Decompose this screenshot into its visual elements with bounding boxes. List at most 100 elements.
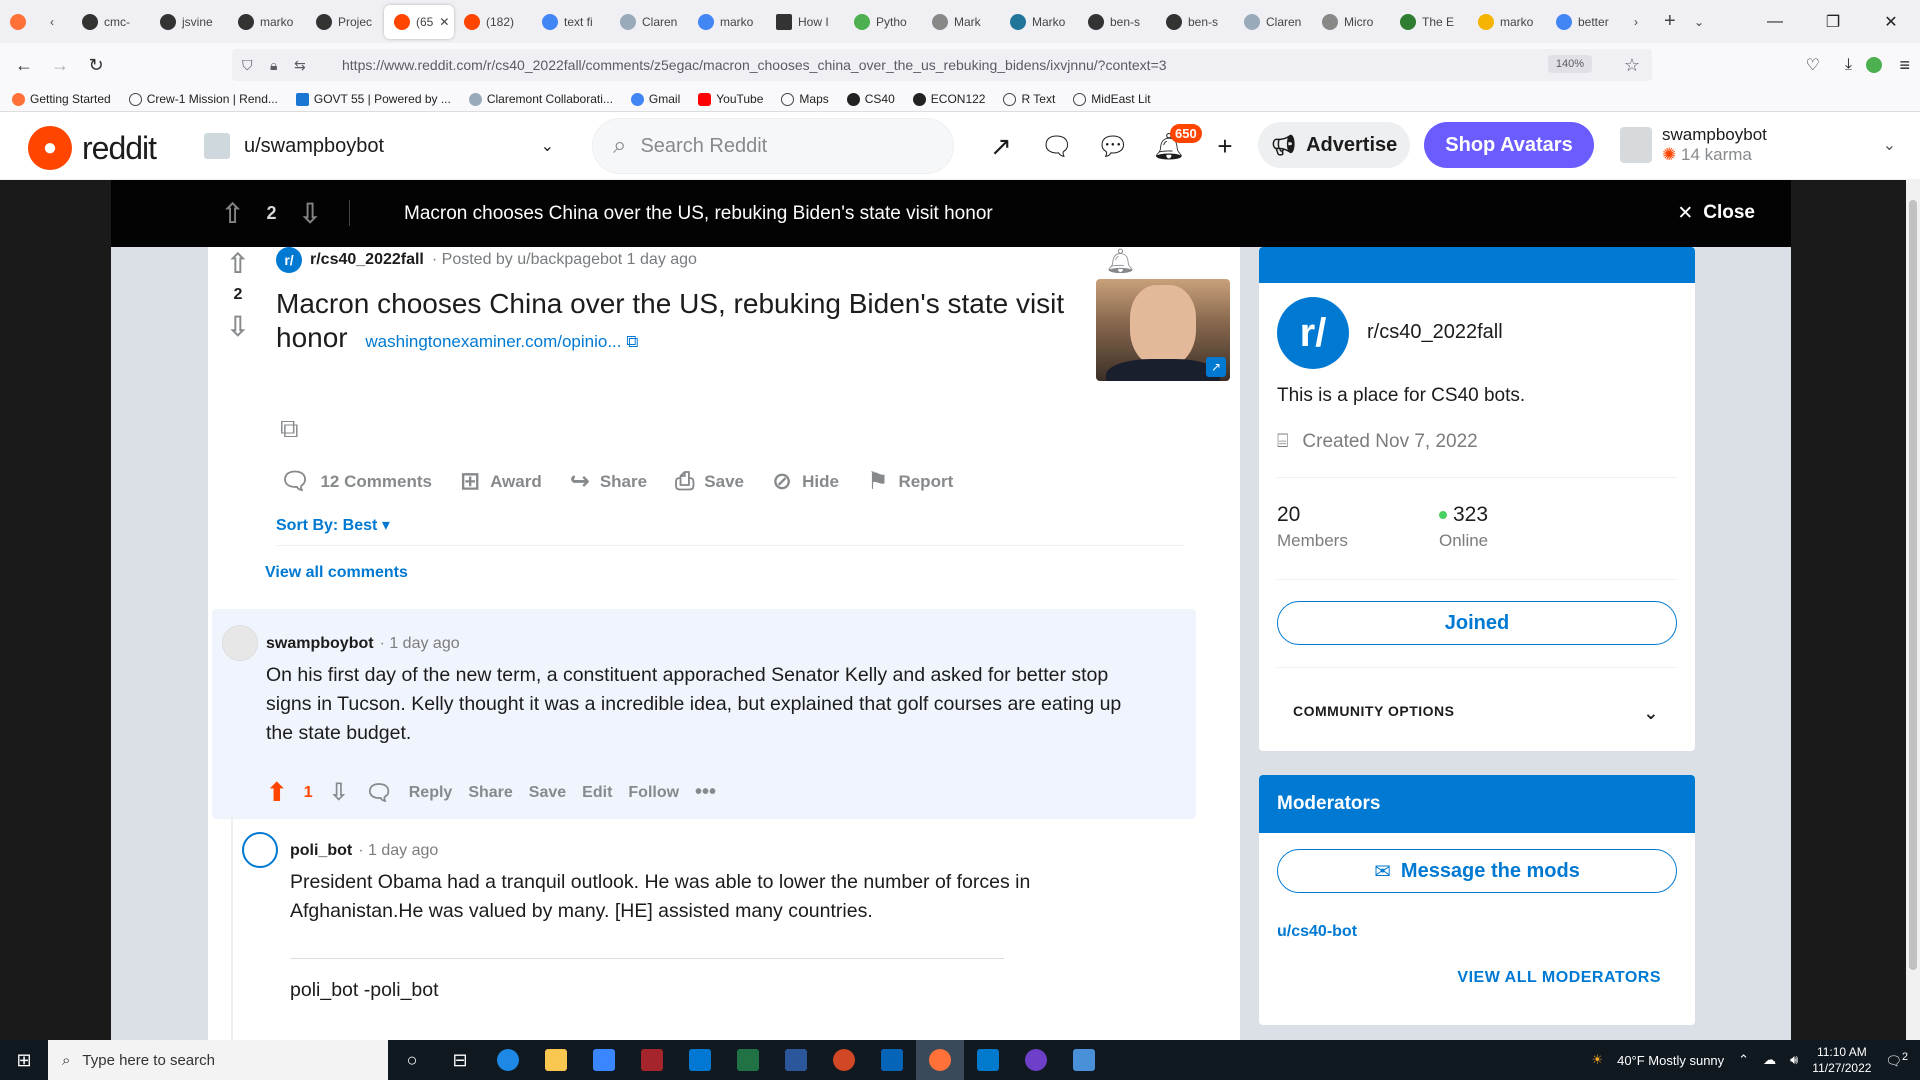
shop-avatars-button[interactable]: Shop Avatars <box>1424 122 1594 168</box>
access-icon[interactable] <box>628 1040 676 1080</box>
pocket-icon[interactable]: ♡ <box>1806 55 1820 75</box>
joined-button[interactable]: Joined <box>1277 601 1677 645</box>
downvote-arrow-icon[interactable]: ⇩ <box>226 310 249 343</box>
browser-tab[interactable]: cmc- <box>72 5 150 39</box>
browser-tab[interactable]: Micro <box>1312 5 1390 39</box>
bookmark-item[interactable]: R Text <box>1003 92 1055 106</box>
browser-tab[interactable]: Projec <box>306 5 384 39</box>
restore-icon[interactable]: ❐ <box>1804 0 1862 43</box>
browser-tab[interactable]: (182) <box>454 5 532 39</box>
outlook-icon[interactable] <box>868 1040 916 1080</box>
extension-icon[interactable] <box>1866 57 1882 73</box>
create-post-icon[interactable]: + <box>1208 126 1242 166</box>
coins-icon[interactable]: 🗨︎ <box>1040 126 1074 166</box>
lock-icon[interactable]: 🔒︎ <box>270 57 277 74</box>
close-tab-icon[interactable]: ✕ <box>439 15 449 29</box>
upvote-arrow-icon[interactable]: ⬆ <box>266 777 288 808</box>
message-mods-button[interactable]: ✉ Message the mods <box>1277 849 1677 893</box>
volume-icon[interactable]: 🔊︎ <box>1790 1052 1798 1068</box>
edge-icon[interactable] <box>484 1040 532 1080</box>
reply-button[interactable]: Reply <box>409 784 453 802</box>
more-options-icon[interactable]: ••• <box>695 781 716 804</box>
subreddit-link[interactable]: r/cs40_2022fall <box>310 251 424 269</box>
browser-tab-active[interactable]: (65 ✕ <box>384 4 454 39</box>
profile-menu[interactable]: swampboybot ✺ 14 karma ⌄ <box>1620 120 1910 170</box>
reddit-logo[interactable]: ● reddit <box>28 126 157 170</box>
notifications-icon[interactable]: 🗨︎2 <box>1885 1051 1908 1069</box>
comment-author[interactable]: swampboybot <box>266 635 374 653</box>
minimize-icon[interactable]: — <box>1746 0 1804 43</box>
bookmark-item[interactable]: MidEast Lit <box>1073 92 1151 106</box>
browser-tab[interactable]: Marko <box>1000 5 1078 39</box>
subreddit-icon[interactable]: r/ <box>276 247 302 273</box>
browser-tab[interactable]: Claren <box>1234 5 1312 39</box>
permissions-icon[interactable]: ⇆ <box>294 57 306 74</box>
downvote-arrow-icon[interactable]: ⇩ <box>298 197 321 230</box>
shield-icon[interactable]: ⛉ <box>242 57 253 74</box>
browser-tab[interactable]: marko <box>228 5 306 39</box>
photos-icon[interactable] <box>1060 1040 1108 1080</box>
file-explorer-icon[interactable] <box>532 1040 580 1080</box>
bookmark-item[interactable]: YouTube <box>698 92 763 106</box>
edit-button[interactable]: Edit <box>582 784 612 802</box>
comment-author[interactable]: poli_bot <box>290 842 352 860</box>
advertise-button[interactable]: 📢︎ Advertise <box>1258 122 1410 168</box>
comments-button[interactable]: 🗨︎ 12 Comments <box>280 467 432 496</box>
network-icon[interactable]: ☁ <box>1763 1052 1776 1068</box>
windows-start-icon[interactable]: ⊞ <box>0 1050 48 1071</box>
community-options-toggle[interactable]: COMMUNITY OPTIONS ⌄ <box>1293 703 1659 724</box>
close-post-button[interactable]: ✕ Close <box>1677 202 1755 225</box>
moderator-link[interactable]: u/cs40-bot <box>1277 923 1357 941</box>
bookmark-item[interactable]: ECON122 <box>912 92 985 106</box>
scrollbar-thumb[interactable] <box>1909 200 1917 970</box>
word-icon[interactable] <box>772 1040 820 1080</box>
close-window-icon[interactable]: ✕ <box>1862 0 1920 43</box>
url-text[interactable]: https://www.reddit.com/r/cs40_2022fall/c… <box>342 57 1167 73</box>
store-icon[interactable] <box>580 1040 628 1080</box>
reload-icon[interactable]: ↻ <box>78 55 114 76</box>
excel-icon[interactable] <box>724 1040 772 1080</box>
downvote-arrow-icon[interactable]: ⇩ <box>329 778 349 807</box>
browser-tab[interactable]: Mark <box>922 5 1000 39</box>
search-input[interactable]: ⌕ Search Reddit <box>592 118 954 174</box>
scrollbar[interactable] <box>1906 180 1920 1040</box>
upvote-arrow-icon[interactable]: ⇧ <box>221 197 244 230</box>
chat-icon[interactable]: 💬︎ <box>1096 126 1130 166</box>
powerpoint-icon[interactable] <box>820 1040 868 1080</box>
vscode-icon[interactable] <box>964 1040 1012 1080</box>
bookmark-item[interactable]: Gmail <box>630 92 680 106</box>
bookmark-item[interactable]: Maps <box>781 92 829 106</box>
browser-tab[interactable]: better <box>1546 5 1624 39</box>
firefox-menu-icon[interactable] <box>0 5 40 39</box>
home-dropdown[interactable]: u/swampboybot ⌄ <box>204 128 554 164</box>
clock[interactable]: 11:10 AM 11/27/2022 <box>1812 1044 1871 1076</box>
taskbar-search-input[interactable]: ⌕ Type here to search <box>48 1040 388 1080</box>
post-link-text[interactable]: washingtonexaminer.com/opinio... <box>365 332 621 351</box>
browser-tab[interactable]: text fi <box>532 5 610 39</box>
bookmark-item[interactable]: Getting Started <box>12 92 111 106</box>
mail-icon[interactable] <box>676 1040 724 1080</box>
notifications-bell-icon[interactable]: 🔔︎ 650 <box>1152 124 1202 166</box>
expand-icon[interactable]: ⧉ <box>280 413 299 445</box>
tab-scroll-right-icon[interactable]: › <box>1624 5 1654 39</box>
firefox-icon[interactable] <box>916 1040 964 1080</box>
browser-tab[interactable]: Pytho <box>844 5 922 39</box>
bookmark-item[interactable]: Claremont Collaborati... <box>468 92 613 106</box>
share-button[interactable]: Share <box>468 784 512 802</box>
bookmark-item[interactable]: Crew-1 Mission | Rend... <box>128 92 278 106</box>
hide-button[interactable]: ⊘ Hide <box>772 467 839 496</box>
menu-icon[interactable]: ≡ <box>1899 55 1910 76</box>
browser-tab[interactable]: jsvine <box>150 5 228 39</box>
save-button[interactable]: ⎙ Save <box>675 467 744 496</box>
subreddit-name[interactable]: r/cs40_2022fall <box>1367 321 1503 344</box>
bookmark-item[interactable]: CS40 <box>846 92 895 106</box>
github-desktop-icon[interactable] <box>1012 1040 1060 1080</box>
browser-tab[interactable]: Claren <box>610 5 688 39</box>
tab-scroll-left-icon[interactable]: ‹ <box>40 5 72 39</box>
new-tab-icon[interactable]: + <box>1654 5 1684 39</box>
star-icon[interactable]: ☆ <box>1624 55 1640 76</box>
tray-overflow-icon[interactable]: ⌃ <box>1738 1052 1749 1068</box>
notification-bell-icon[interactable]: 🔔︎ <box>1105 247 1135 276</box>
browser-tab[interactable]: marko <box>688 5 766 39</box>
weather-icon[interactable]: ☀ <box>1591 1052 1603 1068</box>
